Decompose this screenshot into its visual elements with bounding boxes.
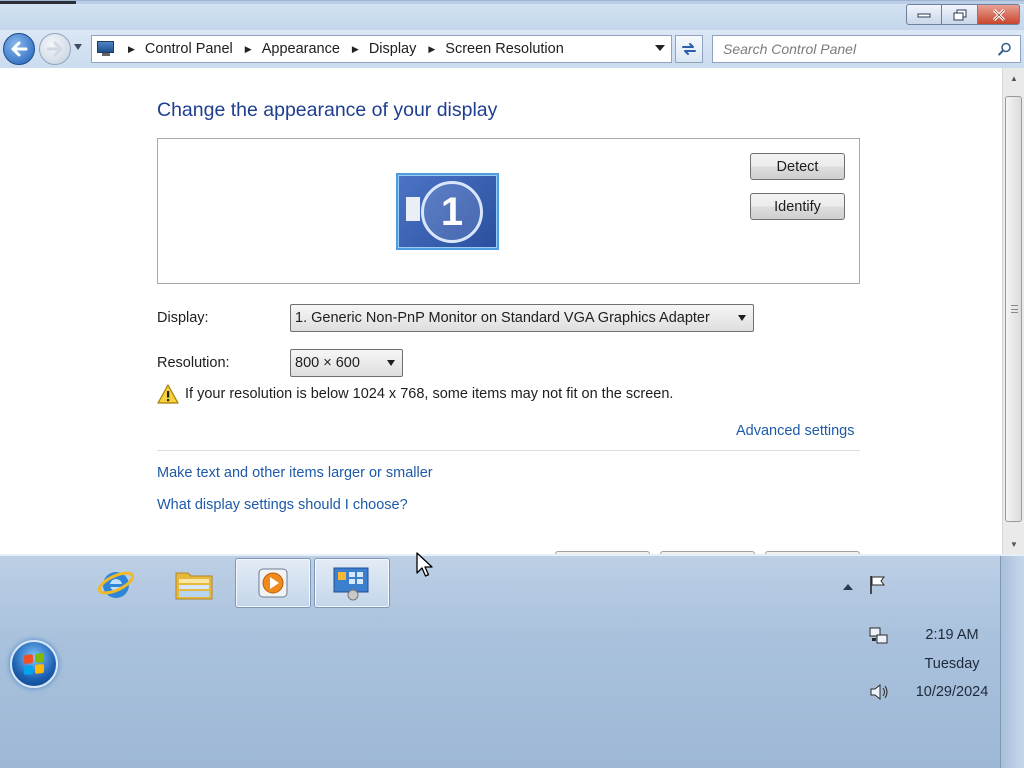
minimize-button[interactable] [906,4,942,25]
chevron-down-icon [738,315,746,321]
scroll-down-icon[interactable]: ▼ [1003,534,1024,554]
breadcrumb-arrow-icon[interactable]: ▶ [352,44,359,55]
monitor-1-tile[interactable]: 1 [396,173,499,250]
titlebar-line [76,1,1024,4]
show-desktop-button[interactable] [1000,556,1024,768]
taskbar: 2:19 AM Tuesday 10/29/2024 [0,554,1024,768]
clock-day[interactable]: Tuesday [902,656,1002,672]
warning-icon [157,384,179,404]
display-label: Display: [157,310,209,326]
address-bar[interactable]: ▶ Control Panel ▶ Appearance ▶ Display ▶… [91,35,672,63]
breadcrumb-arrow-icon[interactable]: ▶ [428,44,435,55]
monitor-arrangement-panel: 1 Detect Identify [157,138,860,284]
breadcrumb-arrow-icon[interactable]: ▶ [128,44,135,55]
advanced-settings-link[interactable]: Advanced settings [736,423,855,439]
back-arrow-icon [11,41,28,57]
breadcrumb-screen-resolution[interactable]: Screen Resolution [445,41,564,57]
taskbar-control-panel[interactable] [314,558,390,608]
start-button[interactable] [10,640,58,688]
resolution-warning: If your resolution is below 1024 x 768, … [157,384,673,404]
close-button[interactable] [978,4,1020,25]
forward-button[interactable] [39,33,71,65]
page-title: Change the appearance of your display [157,99,498,121]
titlebar-accent [0,1,76,4]
speaker-icon [870,683,888,701]
detect-button[interactable]: Detect [750,153,845,180]
window-titlebar [0,0,1024,30]
breadcrumb-appearance[interactable]: Appearance [262,41,340,57]
chevron-down-icon [387,360,395,366]
flag-icon [870,576,885,594]
scroll-up-icon[interactable]: ▲ [1003,68,1024,88]
minimize-icon [917,13,931,17]
monitor-number: 1 [421,181,483,243]
refresh-icon [682,43,696,55]
windows-logo-icon [24,652,44,676]
window-controls [906,4,1020,25]
volume-icon[interactable] [868,681,890,703]
address-dropdown-button[interactable] [655,44,665,54]
clock-time[interactable]: 2:19 AM [902,627,1002,643]
restore-button[interactable] [942,4,978,25]
resolution-label: Resolution: [157,355,230,371]
control-panel-icon [96,41,116,57]
forward-arrow-icon [46,41,63,57]
restore-icon [953,9,966,20]
close-icon [992,8,1005,21]
search-icon[interactable] [998,42,1012,56]
media-player-icon [258,568,288,598]
network-icon[interactable] [868,626,890,648]
refresh-button[interactable] [675,35,703,63]
chevron-down-icon [74,44,82,50]
action-center-icon[interactable] [868,574,888,596]
network-icon [869,627,888,644]
text-size-link[interactable]: Make text and other items larger or smal… [157,465,433,481]
breadcrumb-arrow-icon[interactable]: ▶ [245,44,252,55]
breadcrumb-display[interactable]: Display [369,41,417,57]
chevron-up-icon [843,584,853,590]
separator [157,450,860,451]
display-select-value: 1. Generic Non-PnP Monitor on Standard V… [295,310,710,326]
window-thumbnail-icon [406,197,420,221]
search-box [712,35,1021,63]
main-content: Change the appearance of your display 1 … [0,68,1002,554]
navigation-bar: ▶ Control Panel ▶ Appearance ▶ Display ▶… [0,30,1024,68]
search-input[interactable] [713,36,993,62]
vertical-scrollbar[interactable]: ▲ ▼ [1002,68,1024,554]
scrollbar-thumb[interactable] [1005,96,1022,522]
resolution-select-value: 800 × 600 [295,355,360,371]
back-button[interactable] [3,33,35,65]
control-panel-icon [333,567,369,601]
identify-button[interactable]: Identify [750,193,845,220]
warning-text: If your resolution is below 1024 x 768, … [185,386,674,402]
breadcrumb-control-panel[interactable]: Control Panel [145,41,233,57]
display-help-link[interactable]: What display settings should I choose? [157,497,408,513]
taskbar-media-player[interactable] [235,558,311,608]
grip-icon [1011,305,1018,313]
resolution-select[interactable]: 800 × 600 [290,349,403,377]
show-hidden-icons-button[interactable] [842,580,854,592]
breadcrumb: ▶ Control Panel ▶ Appearance ▶ Display ▶… [116,41,564,57]
file-explorer-icon [175,572,213,600]
recent-pages-dropdown[interactable] [73,43,83,54]
clock-date[interactable]: 10/29/2024 [902,684,1002,700]
display-select[interactable]: 1. Generic Non-PnP Monitor on Standard V… [290,304,754,332]
internet-explorer-icon [97,571,135,598]
taskbar-file-explorer[interactable] [156,558,232,608]
chevron-down-icon [655,45,665,51]
taskbar-internet-explorer[interactable] [78,558,154,608]
